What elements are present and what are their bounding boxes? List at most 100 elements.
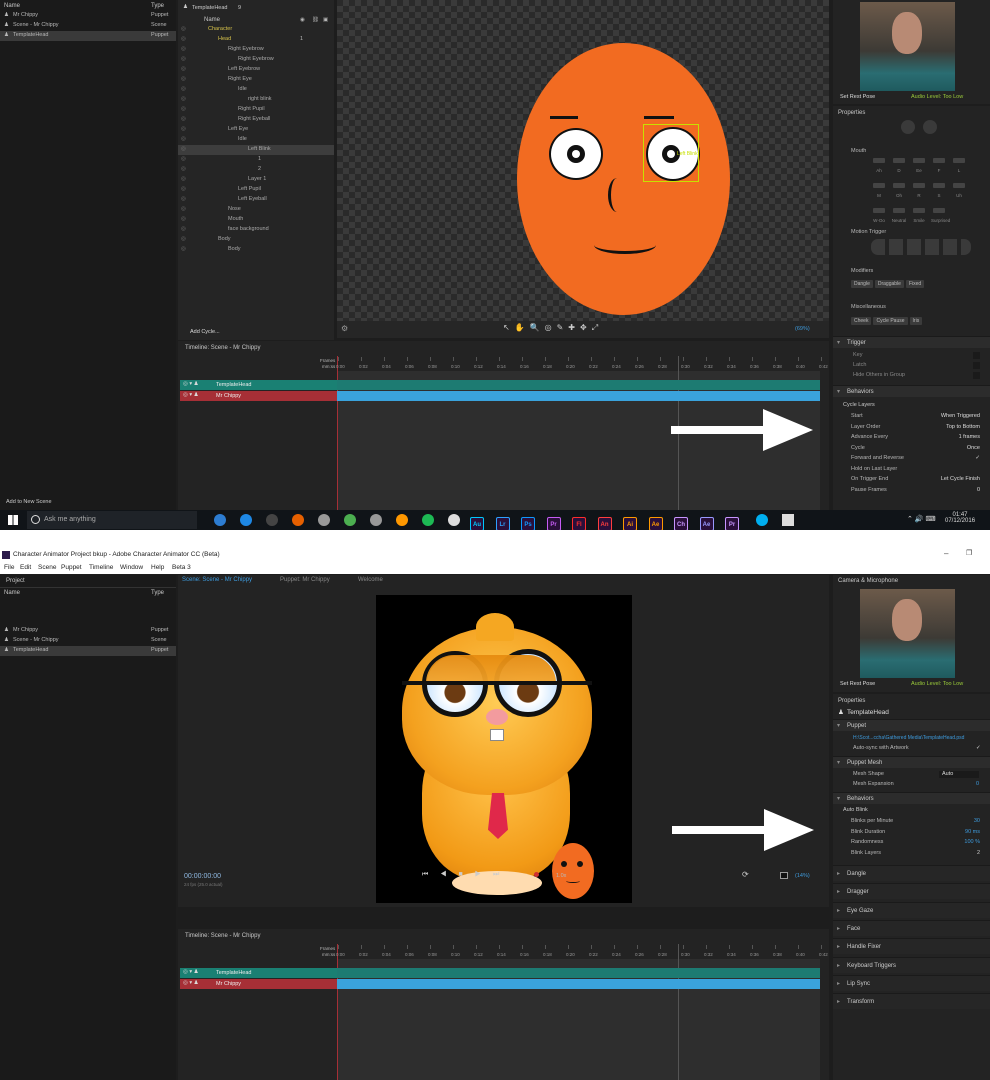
loop-icon[interactable]: ⟳: [742, 870, 749, 879]
layer-row[interactable]: ◎ Right Eyebrow: [178, 45, 334, 55]
eye-icon[interactable]: ◎: [181, 86, 186, 93]
taskbar-app-icon[interactable]: [422, 514, 434, 526]
project-row[interactable]: ♟ Mr Chippy Puppet: [0, 11, 176, 21]
project-row[interactable]: ♟ Mr Chippy Puppet: [0, 626, 176, 636]
layer-row[interactable]: ◎ right blink: [178, 95, 334, 105]
behavior-section[interactable]: Dangle: [833, 865, 990, 882]
layer-row[interactable]: ◎ Character: [178, 25, 334, 35]
mesh-expansion-value[interactable]: 0: [976, 781, 979, 788]
cycle-row-value[interactable]: Once: [967, 445, 980, 452]
layer-row[interactable]: ◎ Left Eyebrow: [178, 65, 334, 75]
tag[interactable]: Fixed: [905, 280, 925, 288]
menu-item[interactable]: Puppet: [61, 564, 82, 571]
bottom-behaviors-section[interactable]: Behaviors: [833, 792, 990, 805]
layer-row[interactable]: ◎ Idle: [178, 135, 334, 145]
eye-icon[interactable]: ◎: [181, 26, 186, 33]
clock[interactable]: 01:47 07/12/2016: [945, 512, 975, 524]
track-bar[interactable]: [337, 968, 820, 978]
eye-icon[interactable]: ◎: [181, 96, 186, 103]
layer-row[interactable]: ◎ Nose: [178, 205, 334, 215]
menu-item[interactable]: Window: [120, 564, 143, 571]
track-header[interactable]: [180, 380, 337, 390]
taskbar-app-icon[interactable]: [448, 514, 460, 526]
bottom-playhead[interactable]: [337, 944, 338, 1080]
trigger-checkbox[interactable]: [973, 362, 980, 369]
eye-icon[interactable]: ◎: [181, 116, 186, 123]
eye-icon[interactable]: ◎: [181, 216, 186, 223]
layer-row[interactable]: ◎ 2: [178, 165, 334, 175]
behavior-section[interactable]: Handle Fixer: [833, 938, 990, 955]
layer-row[interactable]: ◎ Body: [178, 245, 334, 255]
record-button[interactable]: [534, 872, 539, 877]
menu-item[interactable]: Help: [151, 564, 164, 571]
taskbar-app-icon[interactable]: [344, 514, 356, 526]
eye-icon[interactable]: ◎: [181, 106, 186, 113]
taskbar-adobe-icon[interactable]: Pr: [725, 517, 739, 530]
eye-icon[interactable]: ◎: [181, 76, 186, 83]
layer-row[interactable]: ◎ Mouth: [178, 215, 334, 225]
cycle-row-value[interactable]: 0: [977, 487, 980, 494]
taskbar-app-icon[interactable]: [318, 514, 330, 526]
layer-row[interactable]: ◎ face background: [178, 225, 334, 235]
behavior-section[interactable]: Transform: [833, 993, 990, 1010]
mesh-shape-dropdown[interactable]: Auto: [939, 771, 979, 778]
taskbar-app-icon[interactable]: [396, 514, 408, 526]
project-row[interactable]: ♟ TemplateHead Puppet: [0, 31, 176, 41]
behavior-section[interactable]: Lip Sync: [833, 974, 990, 992]
taskbar-adobe-icon[interactable]: Ai: [623, 517, 637, 530]
tool-icons[interactable]: ↖✋🔍◎✎✚✥⤢: [503, 323, 603, 333]
track-bar[interactable]: [337, 979, 820, 989]
project-row[interactable]: ♟ Scene - Mr Chippy Scene: [0, 21, 176, 31]
taskbar-app-icon[interactable]: [214, 514, 226, 526]
restore-icon[interactable]: ❐: [966, 549, 972, 557]
track-header[interactable]: [180, 391, 337, 401]
behaviors-section[interactable]: Behaviors: [833, 385, 990, 398]
track-header[interactable]: [180, 979, 337, 989]
scene-tab[interactable]: Scene: Scene - Mr Chippy: [182, 577, 252, 583]
taskbar-app-icon[interactable]: [240, 514, 252, 526]
cycle-row-value[interactable]: 1 frames: [959, 434, 980, 441]
cycle-row-value[interactable]: Top to Bottom: [946, 424, 980, 431]
add-to-new-scene-button[interactable]: Add to New Scene: [6, 499, 52, 506]
trigger-section[interactable]: Trigger: [833, 336, 990, 349]
skype-icon[interactable]: [756, 514, 768, 526]
taskbar-adobe-icon[interactable]: Ps: [521, 517, 535, 530]
tag[interactable]: Dangle: [851, 280, 873, 288]
trigger-checkbox[interactable]: [973, 352, 980, 359]
blink-row-value[interactable]: 90 ms: [965, 829, 980, 836]
track-header[interactable]: [180, 968, 337, 978]
cycle-layers-label[interactable]: Cycle Layers: [843, 402, 875, 409]
layer-row[interactable]: ◎ 1: [178, 155, 334, 165]
taskbar-adobe-icon[interactable]: Ch: [674, 517, 688, 530]
canvas-zoom[interactable]: (69%): [795, 326, 810, 333]
track-eye-icon[interactable]: ◎ ▾ ♟: [183, 392, 199, 399]
taskbar-adobe-icon[interactable]: An: [597, 517, 612, 530]
canvas-settings-icon[interactable]: ⚙: [341, 324, 348, 333]
taskbar-adobe-icon[interactable]: Au: [470, 517, 484, 530]
menu-item[interactable]: Timeline: [89, 564, 113, 571]
eye-icon[interactable]: ◎: [181, 246, 186, 253]
layer-row[interactable]: ◎ Left Pupil: [178, 185, 334, 195]
layer-row[interactable]: ◎ Left Eyeball: [178, 195, 334, 205]
tag[interactable]: Cycle Pause: [873, 317, 908, 325]
layer-row[interactable]: ◎ Right Pupil: [178, 105, 334, 115]
eye-icon[interactable]: ◎: [181, 46, 186, 53]
cycle-row-value[interactable]: ✓: [975, 455, 980, 462]
trigger-checkbox[interactable]: [973, 372, 980, 379]
scene-tab[interactable]: Welcome: [358, 577, 383, 583]
behavior-section[interactable]: Keyboard Triggers: [833, 956, 990, 974]
windows-start-icon[interactable]: [8, 515, 18, 525]
add-cycle-button[interactable]: Add Cycle...: [190, 329, 220, 336]
playback-speed[interactable]: 1.0x: [556, 873, 566, 880]
search-box[interactable]: Ask me anything: [27, 511, 197, 529]
taskbar-app-icon[interactable]: [370, 514, 382, 526]
tray-icons[interactable]: ⌃ 🔊 ⌨: [907, 515, 936, 523]
eye-icon[interactable]: ◎: [181, 146, 186, 153]
project-row[interactable]: ♟ Scene - Mr Chippy Scene: [0, 636, 176, 646]
stage-canvas[interactable]: [376, 595, 632, 903]
layer-row[interactable]: ◎ Layer 1: [178, 175, 334, 185]
tag[interactable]: Iris: [909, 317, 923, 325]
eye-icon[interactable]: ◎: [181, 156, 186, 163]
taskbar-adobe-icon[interactable]: Lr: [495, 517, 510, 530]
eye-icon[interactable]: ◎: [181, 36, 186, 43]
